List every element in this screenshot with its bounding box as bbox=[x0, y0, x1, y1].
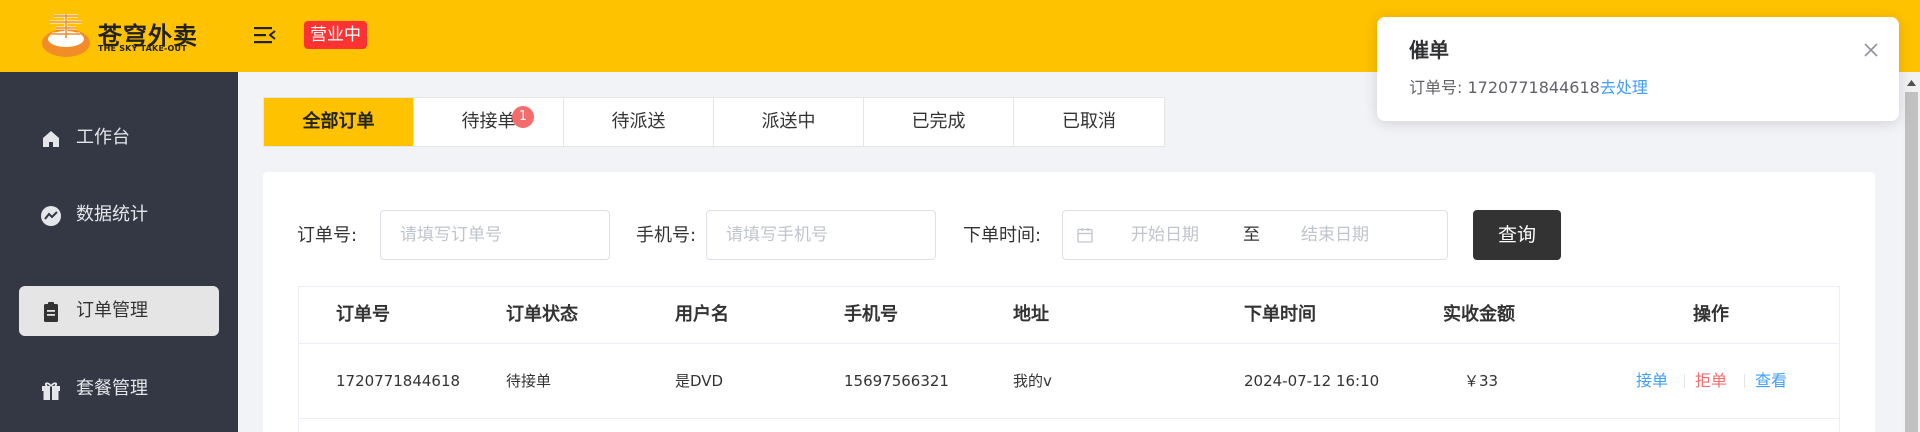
phone-label: 手机号: bbox=[636, 225, 697, 246]
scrollbar-thumb[interactable] bbox=[1905, 92, 1918, 432]
orders-table: 订单号 订单状态 用户名 手机号 地址 下单时间 实收金额 操作 1720771… bbox=[298, 286, 1840, 432]
tab-cancelled[interactable]: 已取消 bbox=[1014, 98, 1164, 146]
order-status-cell: 待接单 bbox=[506, 372, 552, 390]
query-button[interactable]: 查询 bbox=[1473, 210, 1561, 260]
urge-order-notification: 催单 订单号: 1720771844618去处理 bbox=[1377, 17, 1899, 121]
order-time-label: 下单时间: bbox=[963, 225, 1042, 246]
reject-order-button[interactable]: 拒单 bbox=[1695, 371, 1727, 391]
sidebar-item-workbench[interactable]: 工作台 bbox=[19, 113, 219, 163]
phone-input[interactable]: 请填写手机号 bbox=[706, 210, 936, 260]
column-header: 用户名 bbox=[675, 304, 729, 325]
column-header: 地址 bbox=[1013, 304, 1049, 325]
order-time-cell: 2024-07-12 16:10 bbox=[1244, 372, 1380, 390]
page-scrollbar[interactable] bbox=[1903, 72, 1920, 432]
accept-order-button[interactable]: 接单 bbox=[1636, 371, 1668, 391]
logo-title-en: THE SKY TAKE-OUT bbox=[98, 44, 187, 53]
order-no-placeholder: 请填写订单号 bbox=[400, 225, 502, 245]
tab-label: 待派送 bbox=[611, 111, 666, 132]
tab-completed[interactable]: 已完成 bbox=[864, 98, 1014, 146]
pending-count-badge: 1 bbox=[512, 106, 534, 128]
column-header: 订单状态 bbox=[506, 304, 578, 325]
shop-status-badge: 营业中 bbox=[304, 21, 367, 49]
sidebar-item-orders[interactable]: 订单管理 bbox=[19, 286, 219, 336]
start-date-placeholder[interactable]: 开始日期 bbox=[1131, 224, 1199, 246]
close-icon[interactable] bbox=[1864, 43, 1878, 57]
sidebar-item-label: 套餐管理 bbox=[76, 378, 148, 399]
column-header: 订单号 bbox=[336, 304, 390, 325]
action-divider bbox=[1744, 374, 1745, 388]
tab-label: 派送中 bbox=[761, 111, 816, 132]
column-header: 实收金额 bbox=[1443, 304, 1515, 325]
tab-label: 待接单 bbox=[461, 111, 516, 132]
view-order-button[interactable]: 查看 bbox=[1755, 371, 1787, 391]
scroll-up-arrow-icon[interactable] bbox=[1907, 80, 1916, 86]
chart-icon bbox=[41, 206, 61, 226]
order-no-label: 订单号: bbox=[297, 225, 358, 246]
column-header: 下单时间 bbox=[1244, 304, 1316, 325]
sidebar-item-label: 数据统计 bbox=[76, 204, 148, 225]
tab-label: 全部订单 bbox=[302, 111, 375, 132]
sidebar-item-label: 工作台 bbox=[76, 127, 130, 148]
sidebar-item-statistics[interactable]: 数据统计 bbox=[19, 190, 219, 240]
phone-cell: 15697566321 bbox=[844, 372, 949, 390]
home-icon bbox=[43, 131, 59, 147]
tab-delivering[interactable]: 派送中 bbox=[714, 98, 864, 146]
app-logo[interactable]: 苍穹外卖 THE SKY TAKE-OUT bbox=[40, 12, 200, 60]
notification-body: 订单号: 1720771844618去处理 bbox=[1409, 77, 1648, 99]
tab-all-orders[interactable]: 全部订单 bbox=[264, 98, 414, 146]
order-status-tabs: 全部订单 待接单 1 待派送 派送中 已完成 已取消 bbox=[263, 97, 1165, 147]
clipboard-icon bbox=[44, 302, 58, 322]
order-no-input[interactable]: 请填写订单号 bbox=[380, 210, 610, 260]
column-header: 操作 bbox=[1693, 304, 1729, 325]
calendar-icon bbox=[1077, 228, 1093, 243]
action-divider bbox=[1684, 374, 1685, 388]
table-header: 订单号 订单状态 用户名 手机号 地址 下单时间 实收金额 操作 bbox=[299, 287, 1839, 344]
table-row: 1720771844618 待接单 是DVD 15697566321 我的v 2… bbox=[299, 344, 1839, 419]
user-name-cell: 是DVD bbox=[675, 372, 724, 390]
tab-label: 已取消 bbox=[1062, 111, 1116, 132]
end-date-placeholder[interactable]: 结束日期 bbox=[1301, 224, 1369, 246]
gift-icon bbox=[42, 382, 60, 400]
column-header: 手机号 bbox=[844, 304, 898, 325]
tab-label: 已完成 bbox=[911, 111, 966, 132]
address-cell: 我的v bbox=[1013, 372, 1052, 390]
phone-placeholder: 请填写手机号 bbox=[726, 225, 828, 245]
date-range-picker[interactable]: 开始日期 至 结束日期 bbox=[1062, 210, 1448, 260]
amount-cell: ￥33 bbox=[1464, 372, 1499, 390]
order-panel: 订单号: 请填写订单号 手机号: 请填写手机号 下单时间: 开始日期 至 结束日… bbox=[263, 172, 1875, 432]
sidebar: 工作台 数据统计 订单管理 套餐管理 bbox=[0, 72, 238, 432]
sidebar-item-label: 订单管理 bbox=[76, 300, 148, 321]
range-separator: 至 bbox=[1243, 225, 1260, 245]
tab-pending-accept[interactable]: 待接单 1 bbox=[414, 98, 564, 146]
notification-order-text: 订单号: 1720771844618 bbox=[1409, 78, 1600, 97]
logo-mark-icon bbox=[42, 14, 90, 57]
menu-fold-icon[interactable] bbox=[253, 24, 277, 46]
sidebar-item-combo[interactable]: 套餐管理 bbox=[19, 364, 219, 414]
notification-title: 催单 bbox=[1409, 38, 1449, 62]
handle-order-link[interactable]: 去处理 bbox=[1600, 78, 1648, 97]
order-no-cell: 1720771844618 bbox=[336, 372, 461, 390]
tab-pending-delivery[interactable]: 待派送 bbox=[564, 98, 714, 146]
